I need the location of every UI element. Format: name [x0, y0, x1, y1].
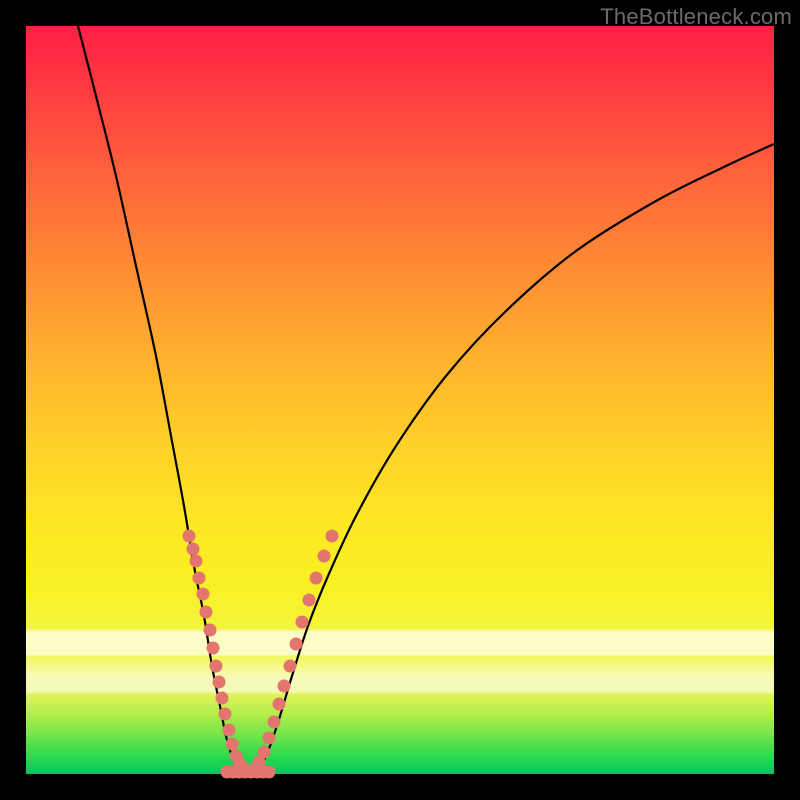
data-point — [310, 572, 323, 585]
data-point — [216, 692, 229, 705]
data-point — [223, 724, 236, 737]
data-point — [210, 660, 223, 673]
data-point — [207, 642, 220, 655]
data-point — [263, 732, 276, 745]
data-point — [193, 572, 206, 585]
watermark-text: TheBottleneck.com — [600, 4, 792, 30]
data-point — [200, 606, 213, 619]
data-point — [204, 624, 217, 637]
data-point — [219, 708, 232, 721]
data-point — [197, 588, 210, 601]
chart-frame: TheBottleneck.com — [0, 0, 800, 800]
data-point — [187, 543, 200, 556]
data-point — [263, 766, 276, 779]
curve-right — [254, 144, 774, 773]
data-point — [318, 550, 331, 563]
data-point — [268, 716, 281, 729]
data-point — [273, 698, 286, 711]
data-point — [213, 676, 226, 689]
data-point — [303, 594, 316, 607]
data-point — [226, 738, 239, 751]
data-point — [326, 530, 339, 543]
data-point — [258, 746, 271, 759]
data-point — [278, 680, 291, 693]
plot-area — [26, 26, 774, 774]
data-point — [183, 530, 196, 543]
data-point — [290, 638, 303, 651]
scatter-dots — [183, 530, 339, 779]
chart-svg — [26, 26, 774, 774]
data-point — [284, 660, 297, 673]
data-point — [190, 555, 203, 568]
data-point — [296, 616, 309, 629]
